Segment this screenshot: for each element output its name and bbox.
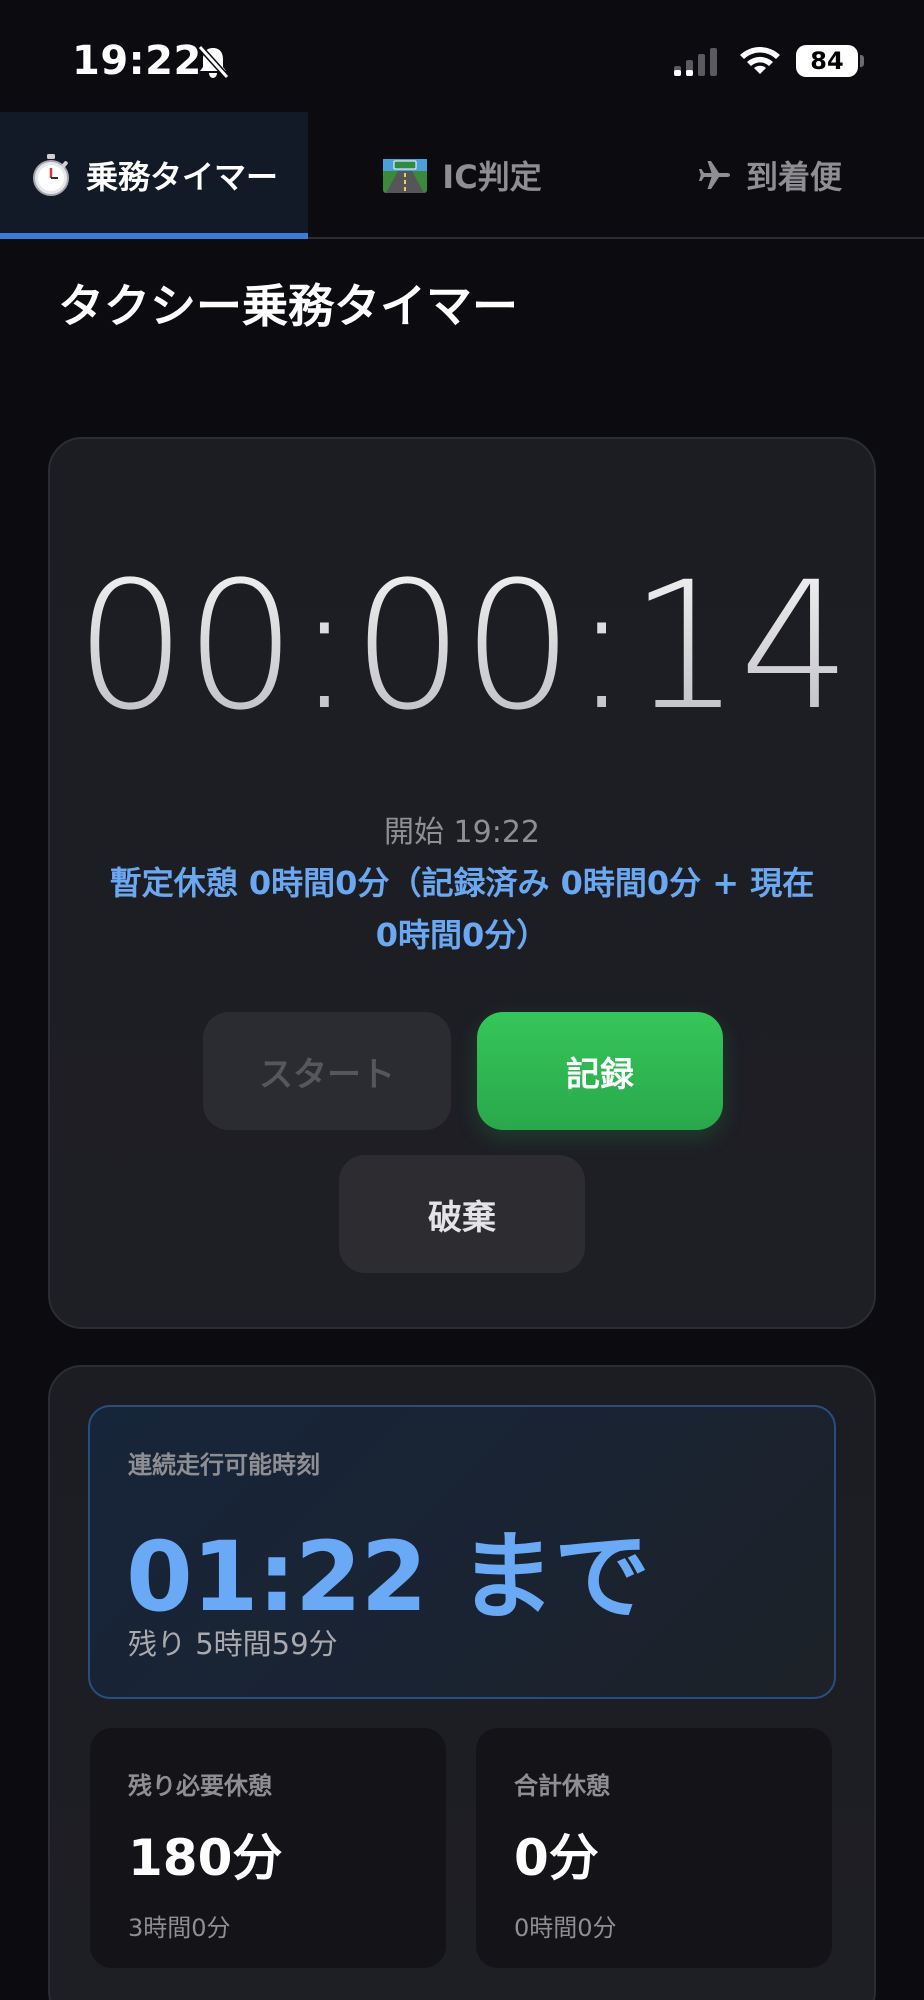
timer-card: 00:00:14 開始 19:22 暫定休憩 0時間0分（記録済み 0時間0分 … — [48, 437, 876, 1329]
total-break-label: 合計休憩 — [514, 1772, 610, 1800]
tab-arrivals-label: 到着便 — [745, 157, 842, 196]
tab-bar: 乗務タイマー IC判定 到着便 — [0, 112, 924, 239]
continuous-drive-remaining: 残り 5時間59分 — [128, 1627, 338, 1661]
elapsed-timer: 00:00:14 — [50, 559, 874, 735]
summary-card: 連続走行可能時刻 01:22 まで 残り 5時間59分 残り必要休憩 180分 … — [48, 1365, 876, 2000]
status-bar: 19:22 84 — [0, 0, 924, 112]
page-title: タクシー乗務タイマー — [58, 279, 518, 333]
start-button[interactable]: スタート — [203, 1012, 451, 1130]
tab-timer-label: 乗務タイマー — [85, 157, 278, 196]
wifi-icon — [740, 47, 780, 74]
app-screen: 19:22 84 乗務タイマー IC判定 到着便 タクシー乗務タイマー 00:0… — [0, 0, 924, 2000]
record-button[interactable]: 記録 — [477, 1012, 723, 1130]
stopwatch-icon — [30, 153, 72, 197]
total-break-sub: 0時間0分 — [514, 1914, 617, 1942]
required-break-label: 残り必要休憩 — [128, 1772, 272, 1800]
tab-timer[interactable]: 乗務タイマー — [0, 112, 308, 239]
discard-button[interactable]: 破棄 — [339, 1155, 585, 1273]
tab-arrivals[interactable]: 到着便 — [616, 112, 924, 237]
total-break-value: 0分 — [514, 1829, 599, 1887]
required-break-panel: 残り必要休憩 180分 3時間0分 — [90, 1728, 446, 1968]
required-break-value: 180分 — [128, 1829, 283, 1887]
required-break-sub: 3時間0分 — [128, 1914, 231, 1942]
battery-tip — [860, 55, 864, 67]
highway-icon — [382, 155, 428, 195]
cellular-signal-icon — [674, 48, 717, 76]
tab-ic-label: IC判定 — [442, 157, 542, 196]
provisional-break-info: 暫定休憩 0時間0分（記録済み 0時間0分 + 現在 0時間0分） — [109, 864, 815, 954]
status-time: 19:22 — [72, 38, 202, 84]
total-break-panel: 合計休憩 0分 0時間0分 — [476, 1728, 832, 1968]
continuous-drive-panel: 連続走行可能時刻 01:22 まで 残り 5時間59分 — [88, 1405, 836, 1699]
airplane-icon — [698, 158, 732, 192]
tab-ic[interactable]: IC判定 — [308, 112, 616, 237]
bell-slash-icon — [197, 44, 230, 80]
start-time-label: 開始 19:22 — [384, 815, 540, 850]
continuous-drive-until: 01:22 まで — [126, 1521, 650, 1633]
battery-icon: 84 — [796, 45, 858, 77]
continuous-drive-label: 連続走行可能時刻 — [128, 1451, 320, 1479]
